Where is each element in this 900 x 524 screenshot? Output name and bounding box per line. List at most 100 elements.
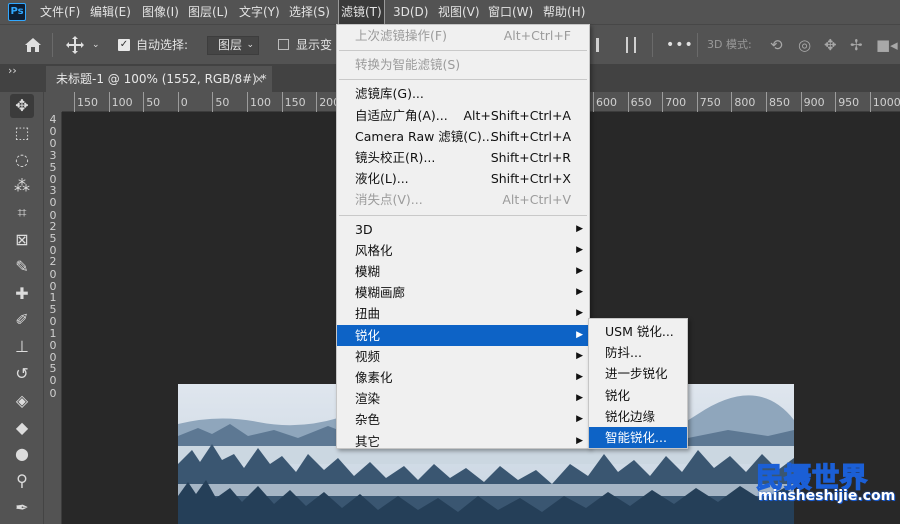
dodge-icon[interactable]: ⚲ bbox=[10, 469, 34, 493]
menu-item[interactable]: 滤镜(T) bbox=[338, 0, 385, 25]
menu-item-label: 消失点(V)... bbox=[355, 192, 423, 208]
3d-slide-icon[interactable]: ✢ bbox=[850, 25, 863, 65]
3d-orbit-icon[interactable]: ⟲ bbox=[770, 25, 783, 65]
submenu-arrow-icon: ▶ bbox=[576, 287, 583, 298]
ruler-tick-label: 750 bbox=[696, 92, 721, 112]
filter-menu-item[interactable]: 像素化 ▶ bbox=[337, 367, 589, 388]
sharpen-submenu-item[interactable]: 进一步锐化 bbox=[589, 363, 687, 384]
ruler-tick-label: 1 bbox=[49, 291, 57, 304]
layer-select-value: 图层 bbox=[218, 38, 243, 52]
blur-icon[interactable]: ● bbox=[10, 442, 34, 466]
menu-item[interactable]: 图像(I) bbox=[140, 0, 181, 24]
history-brush-icon[interactable]: ↺ bbox=[10, 362, 34, 386]
submenu-arrow-icon: ▶ bbox=[576, 329, 583, 340]
ruler-tick-label: 0 bbox=[49, 196, 57, 210]
filter-menu-item[interactable]: 模糊 ▶ bbox=[337, 261, 589, 282]
frame-icon[interactable]: ⊠ bbox=[10, 228, 34, 252]
filter-menu-item[interactable]: 渲染 ▶ bbox=[337, 388, 589, 409]
filter-menu-item[interactable]: Camera Raw 滤镜(C)... Shift+Ctrl+A bbox=[337, 126, 589, 147]
menu-item[interactable]: 选择(S) bbox=[287, 0, 332, 24]
ruler-tick-label: 2 bbox=[49, 219, 57, 233]
align-bottom-icon[interactable] bbox=[596, 38, 599, 52]
menu-separator bbox=[339, 50, 587, 52]
ruler-tick-label: 850 bbox=[766, 92, 790, 112]
filter-menu-item[interactable]: 其它 ▶ bbox=[337, 431, 589, 452]
layer-select[interactable]: 图层 ⌄ bbox=[207, 36, 259, 55]
3d-pan-icon[interactable]: ✥ bbox=[824, 25, 837, 65]
vertical-ruler[interactable]: 400350300250200150100500 bbox=[44, 112, 62, 524]
menu-shortcut: Alt+Shift+Ctrl+A bbox=[463, 107, 571, 123]
filter-menu-item: 转换为智能滤镜(S) bbox=[337, 54, 589, 75]
menu-item-label: 滤镜库(G)... bbox=[355, 86, 424, 102]
menu-item[interactable]: 图层(L) bbox=[186, 0, 230, 24]
filter-menu-item[interactable]: 3D ▶ bbox=[337, 219, 589, 240]
menu-item[interactable]: 视图(V) bbox=[436, 0, 482, 24]
menu-item[interactable]: 文字(Y) bbox=[237, 0, 282, 24]
menu-item[interactable]: 编辑(E) bbox=[88, 0, 133, 24]
divider bbox=[52, 33, 53, 57]
menu-item[interactable]: 3D(D) bbox=[391, 0, 430, 24]
filter-menu-item[interactable]: 滤镜库(G)... bbox=[337, 83, 589, 104]
filter-menu-item[interactable]: 镜头校正(R)... Shift+Ctrl+R bbox=[337, 147, 589, 168]
pen-icon[interactable]: ✒ bbox=[10, 496, 34, 520]
distribute-icon[interactable] bbox=[626, 37, 636, 53]
menu-item-label: 转换为智能滤镜(S) bbox=[355, 57, 461, 73]
ruler-tick-label: 0 bbox=[49, 374, 57, 388]
bucket-icon[interactable]: ◆ bbox=[10, 416, 34, 440]
filter-menu-item[interactable]: 扭曲 ▶ bbox=[337, 303, 589, 324]
3d-roll-icon[interactable]: ◎ bbox=[798, 25, 811, 65]
submenu-arrow-icon: ▶ bbox=[576, 393, 583, 404]
ruler-tick-label: 5 bbox=[49, 160, 57, 174]
brush-icon[interactable]: ✐ bbox=[10, 308, 34, 332]
ruler-tick-label: 0 bbox=[49, 386, 57, 400]
submenu-arrow-icon: ▶ bbox=[576, 244, 583, 255]
document-tab[interactable]: 未标题-1 @ 100% (1552, RGB/8#) * × bbox=[46, 66, 272, 92]
filter-menu-item[interactable]: 模糊画廊 ▶ bbox=[337, 282, 589, 303]
marquee-icon[interactable]: ⬚ bbox=[10, 121, 34, 145]
ruler-tick-label: 0 bbox=[49, 338, 57, 352]
close-icon[interactable]: × bbox=[254, 66, 264, 92]
filter-menu-item[interactable]: 杂色 ▶ bbox=[337, 409, 589, 430]
sharpen-submenu-item[interactable]: USM 锐化... bbox=[589, 321, 687, 342]
submenu-arrow-icon: ▶ bbox=[576, 223, 583, 234]
filter-menu-item[interactable]: 自适应广角(A)... Alt+Shift+Ctrl+A bbox=[337, 105, 589, 126]
stamp-icon[interactable]: ⊥ bbox=[10, 335, 34, 359]
menu-item-label: 镜头校正(R)... bbox=[355, 150, 436, 165]
filter-menu-item[interactable]: 液化(L)... Shift+Ctrl+X bbox=[337, 168, 589, 189]
ruler-tick-label: 50 bbox=[212, 92, 229, 112]
sharpen-submenu-item[interactable]: 智能锐化... bbox=[589, 427, 687, 448]
ruler-tick-label: 100 bbox=[247, 92, 271, 112]
magic-wand-icon[interactable]: ⁂ bbox=[10, 174, 34, 198]
eraser-icon[interactable]: ◈ bbox=[10, 389, 34, 413]
move-icon[interactable] bbox=[66, 36, 84, 54]
menu-item[interactable]: 窗口(W) bbox=[486, 0, 535, 24]
menu-item-label: 像素化 bbox=[355, 370, 393, 385]
3d-camera-icon[interactable]: ■◂ bbox=[876, 25, 898, 65]
sharpen-submenu-item[interactable]: 防抖... bbox=[589, 342, 687, 363]
ruler-tick-label: 0 bbox=[177, 92, 188, 112]
filter-menu-item[interactable]: 视频 ▶ bbox=[337, 346, 589, 367]
sharpen-submenu-item[interactable]: 锐化边缘 bbox=[589, 406, 687, 427]
expand-panels-icon[interactable]: ›› bbox=[8, 64, 17, 77]
photoshop-logo-icon: Ps bbox=[8, 3, 26, 21]
home-icon[interactable] bbox=[24, 37, 42, 53]
more-options-icon[interactable]: ••• bbox=[666, 25, 694, 65]
show-transform-checkbox[interactable] bbox=[278, 39, 289, 50]
menu-item-label: 3D bbox=[355, 221, 373, 237]
auto-select-checkbox[interactable]: ✓ bbox=[118, 39, 130, 51]
eyedropper-icon[interactable]: ✎ bbox=[10, 255, 34, 279]
healing-icon[interactable]: ✚ bbox=[10, 282, 34, 306]
tools-panel: ✥ ⬚ ◌ ⁂ ⌗ ⊠ ✎ ✚ ✐ ⊥ ↺ ◈ ◆ ● ⚲ ✒ bbox=[0, 92, 44, 524]
filter-menu-item[interactable]: 风格化 ▶ bbox=[337, 240, 589, 261]
menu-item-label: 扭曲 bbox=[355, 306, 381, 322]
lasso-icon[interactable]: ◌ bbox=[10, 148, 34, 172]
ruler-tick-label: 700 bbox=[662, 92, 686, 112]
menu-item[interactable]: 帮助(H) bbox=[541, 0, 587, 24]
chevron-down-icon[interactable]: ⌄ bbox=[92, 25, 100, 65]
menu-item[interactable]: 文件(F) bbox=[38, 0, 82, 24]
menu-separator bbox=[339, 214, 587, 216]
move-icon[interactable]: ✥ bbox=[10, 94, 34, 118]
sharpen-submenu-item[interactable]: 锐化 bbox=[589, 385, 687, 406]
crop-icon[interactable]: ⌗ bbox=[10, 201, 34, 225]
filter-menu-item[interactable]: 锐化 ▶ bbox=[337, 324, 589, 346]
